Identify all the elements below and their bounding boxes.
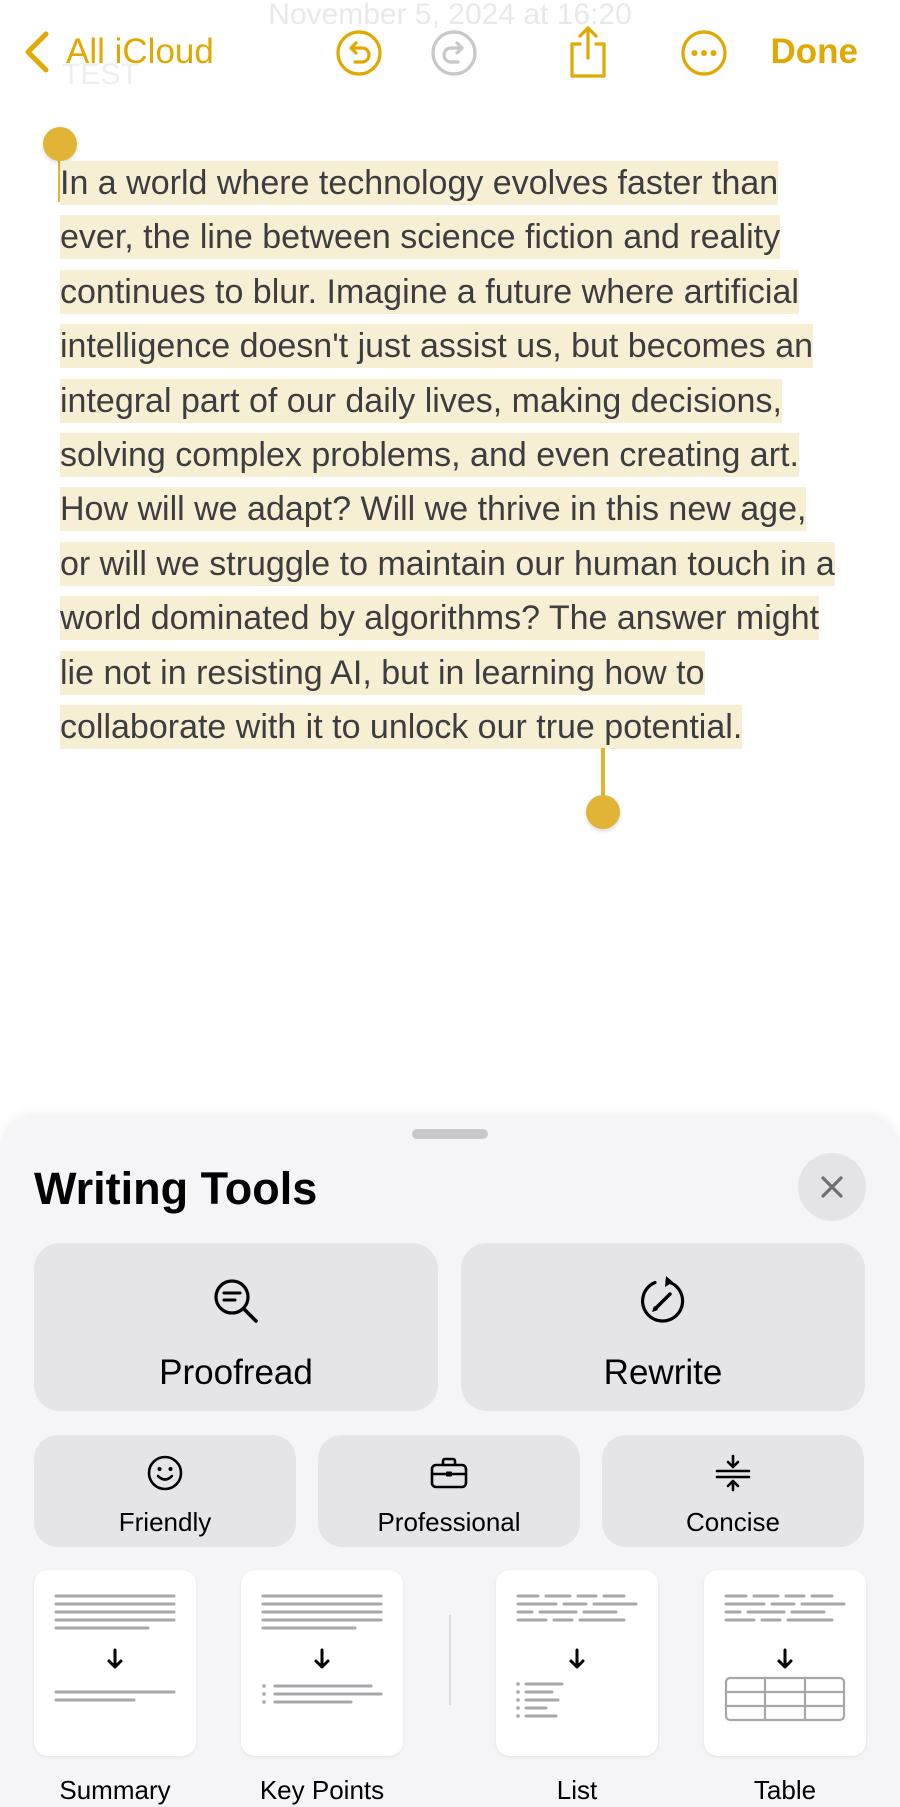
friendly-button[interactable]: Friendly [34, 1435, 296, 1547]
summary-card[interactable] [34, 1570, 196, 1756]
close-button[interactable] [798, 1153, 866, 1221]
proofread-icon [214, 1279, 258, 1323]
smiley-icon [147, 1455, 183, 1491]
share-icon[interactable] [563, 24, 613, 80]
chevron-left-icon [25, 31, 49, 73]
list-icon [516, 1594, 638, 1718]
selection-end-handle[interactable] [586, 795, 620, 829]
key-points-icon [261, 1594, 383, 1704]
professional-label: Professional [377, 1507, 521, 1537]
professional-button[interactable]: Professional [318, 1435, 580, 1547]
table-icon [724, 1594, 846, 1722]
more-icon[interactable] [679, 28, 729, 78]
done-button[interactable]: Done [771, 32, 859, 72]
key-points-label: Key Points [259, 1775, 385, 1805]
summary-label: Summary [59, 1775, 171, 1805]
briefcase-icon [430, 1457, 468, 1489]
proofread-label: Proofread [159, 1353, 313, 1392]
back-label: All iCloud [66, 32, 214, 71]
top-toolbar: All iCloud Done [0, 20, 900, 84]
concise-icon [715, 1454, 751, 1492]
proofread-button[interactable]: Proofread [34, 1243, 438, 1411]
card-divider [449, 1615, 451, 1705]
undo-icon[interactable] [334, 28, 384, 78]
sheet-title: Writing Tools [34, 1163, 318, 1214]
rewrite-icon [641, 1276, 685, 1323]
table-card[interactable] [704, 1570, 866, 1756]
list-label: List [556, 1775, 598, 1805]
close-icon [821, 1176, 843, 1198]
selection-end-bar [601, 748, 605, 800]
selected-text: In a world where technology evolves fast… [60, 161, 835, 750]
rewrite-button[interactable]: Rewrite [461, 1243, 865, 1411]
friendly-label: Friendly [118, 1507, 212, 1537]
list-card[interactable] [496, 1570, 658, 1756]
concise-label: Concise [686, 1507, 780, 1537]
summary-icon [54, 1594, 176, 1702]
note-body[interactable]: In a world where technology evolves fast… [60, 156, 840, 754]
back-button[interactable]: All iCloud [22, 28, 214, 76]
rewrite-label: Rewrite [603, 1353, 723, 1392]
writing-tools-sheet: Writing Tools Proofread Rewrite Friendly… [0, 1115, 900, 1807]
key-points-card[interactable] [241, 1570, 403, 1756]
table-label: Table [753, 1775, 817, 1805]
sheet-grabber[interactable] [412, 1129, 488, 1139]
redo-icon[interactable] [429, 28, 479, 78]
concise-button[interactable]: Concise [602, 1435, 864, 1547]
